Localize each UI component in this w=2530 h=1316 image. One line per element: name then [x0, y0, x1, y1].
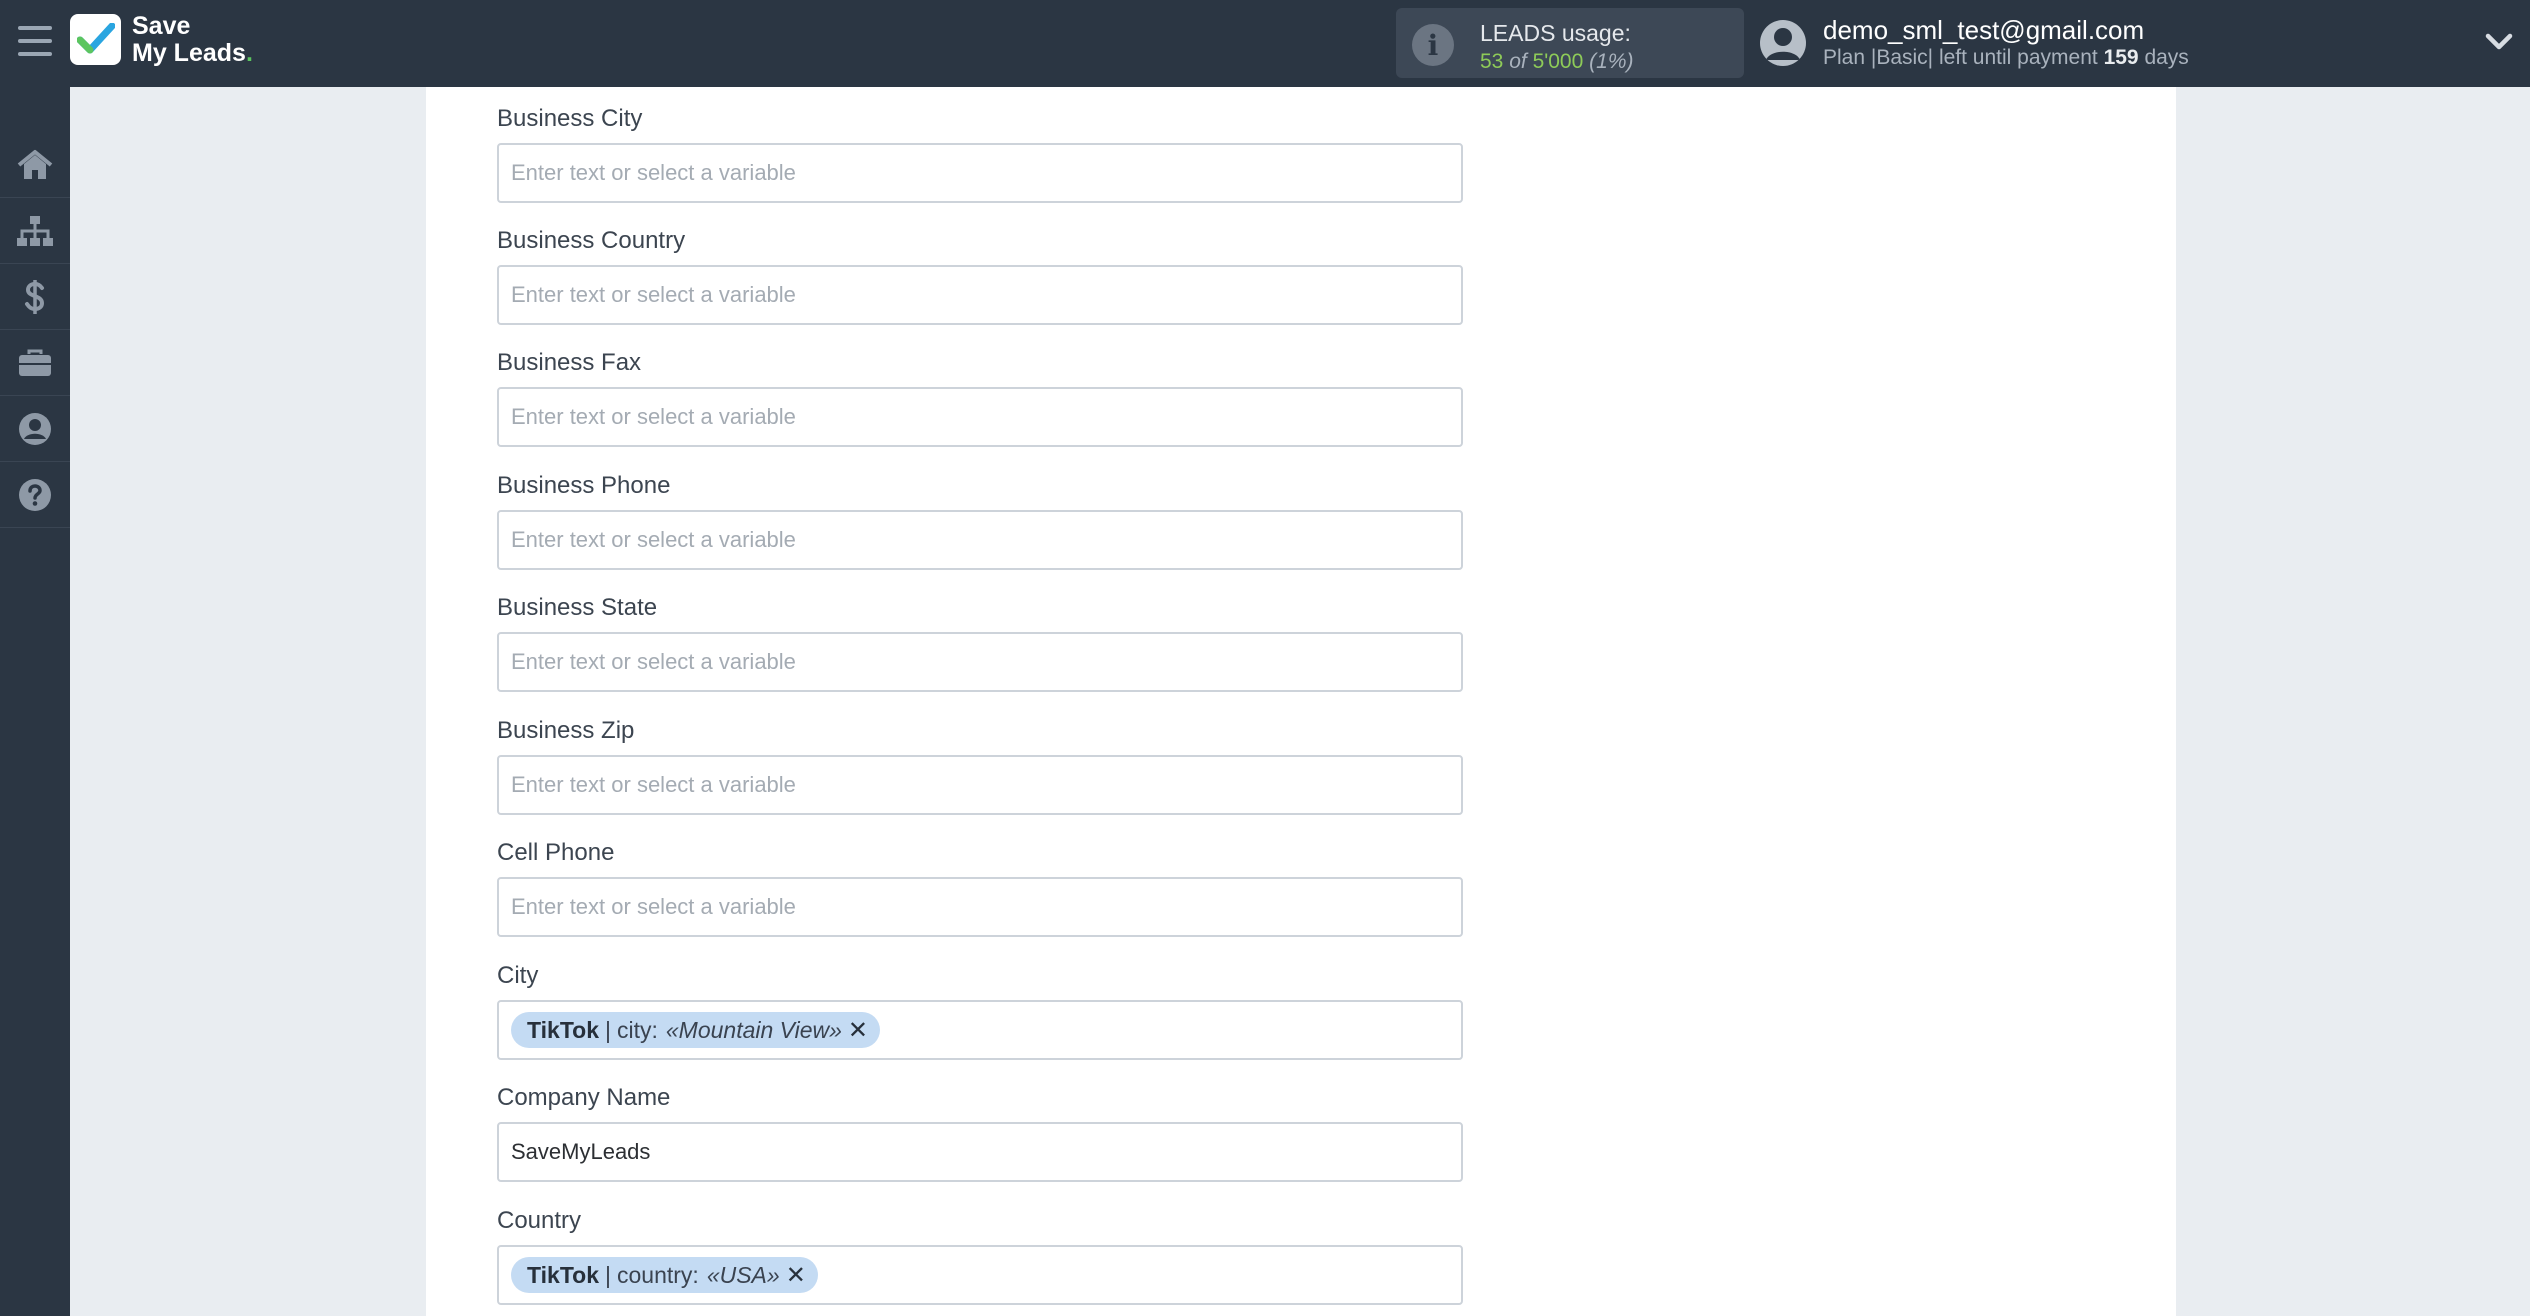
city-input[interactable]: TikTok | city: «Mountain View» ✕	[497, 1000, 1463, 1060]
country-input[interactable]: TikTok | country: «USA» ✕	[497, 1245, 1463, 1305]
user-circle-icon	[19, 412, 51, 445]
info-icon: i	[1412, 24, 1454, 66]
help-icon	[19, 478, 51, 511]
brand-line-1: Save	[132, 12, 191, 40]
chip-source: TikTok	[527, 1016, 599, 1043]
sidebar-item-billing[interactable]	[0, 264, 70, 330]
field-label-business-country: Business Country	[497, 227, 686, 254]
field-label-business-zip: Business Zip	[497, 717, 635, 744]
business-phone-placeholder: Enter text or select a variable	[511, 527, 796, 552]
leads-usage-panel: i LEADS usage: 53 of 5'000 (1%)	[1396, 8, 1744, 78]
top-bar: Save My Leads. i LEADS usage: 53 of 5'00…	[0, 0, 2530, 87]
chip-sample: «Mountain View»	[665, 1016, 842, 1043]
variable-chip[interactable]: TikTok | city: «Mountain View» ✕	[511, 1012, 881, 1048]
usage-percent: (1%)	[1589, 50, 1634, 73]
chip-sample: «USA»	[706, 1261, 780, 1288]
logo-check-icon	[77, 23, 115, 54]
field-label-business-state: Business State	[497, 594, 658, 621]
chip-separator: |	[605, 1261, 611, 1288]
business-zip-placeholder: Enter text or select a variable	[511, 772, 796, 797]
business-phone-input[interactable]: Enter text or select a variable	[497, 510, 1463, 570]
chevron-down-icon[interactable]	[2482, 30, 2516, 54]
chip-field: country:	[616, 1261, 699, 1288]
brand-dot: .	[245, 39, 253, 67]
business-fax-placeholder: Enter text or select a variable	[511, 404, 796, 429]
usage-of: of	[1509, 50, 1527, 73]
home-icon	[17, 149, 53, 179]
business-country-placeholder: Enter text or select a variable	[511, 282, 796, 307]
field-label-business-fax: Business Fax	[497, 349, 642, 376]
sidebar-item-home[interactable]	[0, 132, 70, 198]
variable-chip[interactable]: TikTok | country: «USA» ✕	[511, 1257, 818, 1293]
company-name-value: SaveMyLeads	[511, 1139, 651, 1164]
days-left: 159	[2103, 46, 2139, 69]
sidebar-item-help[interactable]	[0, 462, 70, 528]
usage-total: 5'000	[1532, 50, 1584, 73]
briefcase-icon	[19, 349, 51, 376]
brand-name[interactable]: Save My Leads.	[132, 13, 253, 67]
user-email[interactable]: demo_sml_test@gmail.com	[1823, 15, 2144, 46]
plan-text: Plan |Basic| left until payment	[1823, 46, 2098, 69]
menu-icon[interactable]	[18, 26, 52, 56]
business-zip-input[interactable]: Enter text or select a variable	[497, 755, 1463, 815]
business-country-input[interactable]: Enter text or select a variable	[497, 265, 1463, 325]
field-label-cell-phone: Cell Phone	[497, 839, 615, 866]
business-fax-input[interactable]: Enter text or select a variable	[497, 387, 1463, 447]
user-plan: Plan |Basic| left until payment 159 days	[1823, 46, 2189, 70]
logo[interactable]	[70, 14, 121, 65]
cell-phone-placeholder: Enter text or select a variable	[511, 894, 796, 919]
close-icon[interactable]: ✕	[786, 1261, 806, 1290]
main-panel: Business City Enter text or select a var…	[426, 87, 2176, 1316]
sitemap-icon	[17, 215, 53, 246]
sidebar	[0, 87, 70, 1316]
brand-line-2: My Leads	[132, 39, 246, 67]
avatar-icon[interactable]	[1760, 20, 1806, 66]
chip-field: city:	[616, 1016, 658, 1043]
cell-phone-input[interactable]: Enter text or select a variable	[497, 877, 1463, 937]
business-state-input[interactable]: Enter text or select a variable	[497, 632, 1463, 692]
usage-used: 53	[1480, 50, 1504, 73]
field-label-business-city: Business City	[497, 105, 643, 132]
business-city-input[interactable]: Enter text or select a variable	[497, 143, 1463, 203]
business-state-placeholder: Enter text or select a variable	[511, 649, 796, 674]
field-label-country: Country	[497, 1207, 582, 1234]
days-suffix: days	[2144, 46, 2189, 69]
close-icon[interactable]: ✕	[848, 1016, 868, 1045]
field-label-company-name: Company Name	[497, 1084, 671, 1111]
field-label-business-phone: Business Phone	[497, 472, 671, 499]
business-city-placeholder: Enter text or select a variable	[511, 160, 796, 185]
usage-title: LEADS usage:	[1480, 20, 1631, 46]
usage-counter: 53 of 5'000 (1%)	[1480, 50, 1633, 74]
sidebar-item-profile[interactable]	[0, 396, 70, 462]
chip-source: TikTok	[527, 1261, 599, 1288]
sidebar-item-connections[interactable]	[0, 198, 70, 264]
field-label-city: City	[497, 962, 539, 989]
chip-separator: |	[605, 1016, 611, 1043]
sidebar-item-services[interactable]	[0, 330, 70, 396]
company-name-input[interactable]: SaveMyLeads	[497, 1122, 1463, 1182]
dollar-icon	[25, 279, 45, 314]
